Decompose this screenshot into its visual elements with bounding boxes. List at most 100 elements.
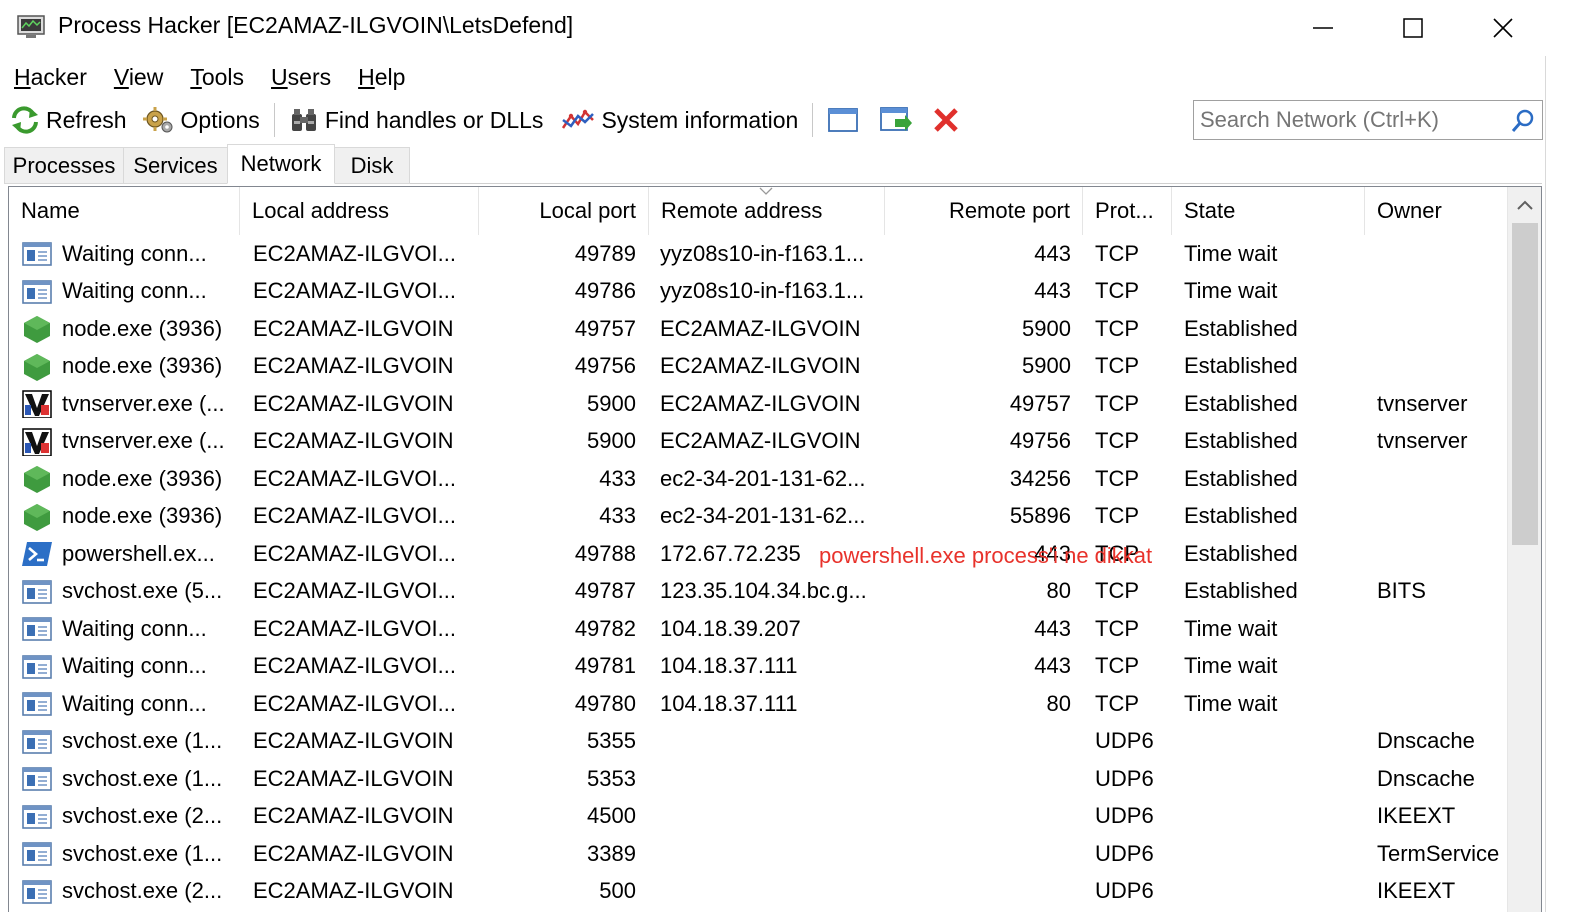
column-header-name[interactable]: Name bbox=[9, 187, 240, 235]
node-icon bbox=[21, 353, 53, 381]
cell-local-address: EC2AMAZ-ILGVOI... bbox=[253, 240, 456, 266]
menu-users[interactable]: Users bbox=[271, 64, 331, 91]
cell-remote-address bbox=[660, 835, 880, 873]
column-header-local-port[interactable]: Local port bbox=[479, 187, 649, 235]
window-icon bbox=[21, 278, 53, 306]
table-row[interactable]: tvnserver.exe (... EC2AMAZ-ILGVOIN 5900 EC2… bbox=[9, 385, 1507, 423]
cell-remote-address: yyz08s10-in-f163.1... bbox=[660, 278, 865, 304]
close-button[interactable] bbox=[1458, 0, 1548, 56]
cell-owner bbox=[1377, 348, 1507, 386]
column-header-state[interactable]: State bbox=[1172, 187, 1365, 235]
cell-state: Time wait bbox=[1184, 278, 1278, 304]
red-x-icon bbox=[934, 108, 959, 132]
menu-view[interactable]: View bbox=[114, 64, 163, 91]
options-button[interactable]: Options bbox=[139, 100, 264, 140]
find-handles-button[interactable]: Find handles or DLLs bbox=[285, 100, 548, 140]
cell-remote-port: 443 bbox=[1034, 615, 1071, 641]
cell-name: svchost.exe (5... bbox=[62, 578, 223, 604]
menu-hacker[interactable]: Hacker bbox=[14, 64, 87, 91]
terminate-button[interactable] bbox=[927, 100, 971, 140]
cell-protocol: UDP6 bbox=[1095, 803, 1154, 829]
table-row[interactable]: Waiting conn... EC2AMAZ-ILGVOI... 49786 yyz… bbox=[9, 273, 1507, 311]
cell-protocol: TCP bbox=[1095, 503, 1139, 529]
cell-state: Established bbox=[1184, 465, 1298, 491]
cell-state: Time wait bbox=[1184, 653, 1278, 679]
column-header-protocol[interactable]: Prot... bbox=[1083, 187, 1172, 235]
cell-name: Waiting conn... bbox=[62, 690, 207, 716]
column-header-local-address[interactable]: Local address bbox=[240, 187, 479, 235]
cell-local-port: 5353 bbox=[587, 765, 636, 791]
cell-protocol: TCP bbox=[1095, 428, 1139, 454]
table-row[interactable]: node.exe (3936) EC2AMAZ-ILGVOIN 49757 EC2AM… bbox=[9, 310, 1507, 348]
table-row[interactable]: svchost.exe (1... EC2AMAZ-ILGVOIN 5355 UDP6… bbox=[9, 723, 1507, 761]
table-row[interactable]: svchost.exe (1... EC2AMAZ-ILGVOIN 5353 UDP6… bbox=[9, 760, 1507, 798]
cell-protocol: TCP bbox=[1095, 353, 1139, 379]
cell-local-address: EC2AMAZ-ILGVOI... bbox=[253, 503, 456, 529]
column-header-remote-port[interactable]: Remote port bbox=[885, 187, 1083, 235]
refresh-button[interactable]: Refresh bbox=[6, 100, 131, 140]
cell-local-address: EC2AMAZ-ILGVOI... bbox=[253, 690, 456, 716]
cell-remote-port: 80 bbox=[1046, 578, 1071, 604]
cell-local-address: EC2AMAZ-ILGVOIN bbox=[253, 728, 454, 754]
cell-remote-address: ec2-34-201-131-62... bbox=[660, 503, 866, 529]
window-icon bbox=[21, 653, 53, 681]
cell-remote-port: 80 bbox=[1046, 690, 1071, 716]
cell-name: Waiting conn... bbox=[62, 240, 207, 266]
binoculars-icon bbox=[291, 109, 316, 131]
table-row[interactable]: powershell.ex... EC2AMAZ-ILGVOI... 49788 17… bbox=[9, 535, 1507, 573]
vertical-scrollbar[interactable] bbox=[1507, 187, 1541, 912]
window-icon bbox=[21, 728, 53, 756]
cell-state: Time wait bbox=[1184, 615, 1278, 641]
system-information-button[interactable]: System information bbox=[557, 100, 802, 140]
table-row[interactable]: Waiting conn... EC2AMAZ-ILGVOI... 49781 104… bbox=[9, 648, 1507, 686]
toolbar-separator bbox=[273, 103, 275, 137]
search-network-box[interactable] bbox=[1193, 100, 1543, 140]
table-row[interactable]: Waiting conn... EC2AMAZ-ILGVOI... 49789 yyz… bbox=[9, 235, 1507, 273]
cell-name: tvnserver.exe (... bbox=[62, 428, 225, 454]
cell-local-address: EC2AMAZ-ILGVOI... bbox=[253, 578, 456, 604]
find-window-button[interactable] bbox=[875, 100, 923, 140]
table-row[interactable]: Waiting conn... EC2AMAZ-ILGVOI... 49780 104… bbox=[9, 685, 1507, 723]
cell-local-port: 4500 bbox=[587, 803, 636, 829]
column-header-owner[interactable]: Owner bbox=[1365, 187, 1507, 235]
scroll-up-button[interactable] bbox=[1508, 187, 1541, 223]
cell-local-address: EC2AMAZ-ILGVOIN bbox=[253, 803, 454, 829]
cell-protocol: UDP6 bbox=[1095, 728, 1154, 754]
search-input[interactable] bbox=[1194, 101, 1504, 139]
cell-local-address: EC2AMAZ-ILGVOI... bbox=[253, 278, 456, 304]
chevron-up-icon bbox=[1517, 200, 1533, 210]
cell-protocol: TCP bbox=[1095, 578, 1139, 604]
table-row[interactable]: svchost.exe (2... EC2AMAZ-ILGVOIN 4500 UDP6… bbox=[9, 798, 1507, 836]
cell-owner bbox=[1377, 235, 1507, 273]
search-icon[interactable] bbox=[1510, 108, 1536, 134]
maximize-button[interactable] bbox=[1368, 0, 1458, 56]
scrollbar-thumb[interactable] bbox=[1512, 223, 1538, 545]
minimize-button[interactable] bbox=[1278, 0, 1368, 56]
table-row[interactable]: tvnserver.exe (... EC2AMAZ-ILGVOIN 5900 EC2… bbox=[9, 423, 1507, 461]
tab-services[interactable]: Services bbox=[123, 147, 228, 184]
table-row[interactable]: node.exe (3936) EC2AMAZ-ILGVOIN 49756 EC2AM… bbox=[9, 348, 1507, 386]
cell-remote-port: 5900 bbox=[1022, 315, 1071, 341]
cell-remote-port bbox=[885, 723, 1071, 761]
cell-state: Established bbox=[1184, 390, 1298, 416]
show-window-button[interactable] bbox=[823, 100, 869, 140]
table-row[interactable]: Waiting conn... EC2AMAZ-ILGVOI... 49782 104… bbox=[9, 610, 1507, 648]
menu-tools[interactable]: Tools bbox=[190, 64, 244, 91]
table-row[interactable]: node.exe (3936) EC2AMAZ-ILGVOI... 433 ec2-3… bbox=[9, 460, 1507, 498]
cell-owner: tvnserver bbox=[1377, 428, 1468, 454]
table-row[interactable]: svchost.exe (5... EC2AMAZ-ILGVOI... 49787 1… bbox=[9, 573, 1507, 611]
menu-help[interactable]: Help bbox=[358, 64, 405, 91]
table-row[interactable]: node.exe (3936) EC2AMAZ-ILGVOI... 433 ec2-3… bbox=[9, 498, 1507, 536]
cell-owner bbox=[1377, 310, 1507, 348]
tab-processes[interactable]: Processes bbox=[4, 147, 124, 184]
window-icon bbox=[21, 578, 53, 606]
tab-network[interactable]: Network bbox=[227, 144, 335, 184]
refresh-icon bbox=[12, 106, 38, 134]
cell-local-port: 3389 bbox=[587, 840, 636, 866]
window-icon bbox=[21, 615, 53, 643]
table-row[interactable]: svchost.exe (2... EC2AMAZ-ILGVOIN 500 UDP6 I… bbox=[9, 873, 1507, 911]
tab-disk[interactable]: Disk bbox=[334, 147, 410, 184]
chart-icon bbox=[562, 109, 595, 129]
cell-name: svchost.exe (1... bbox=[62, 840, 223, 866]
table-row[interactable]: svchost.exe (1... EC2AMAZ-ILGVOIN 3389 UDP6… bbox=[9, 835, 1507, 873]
